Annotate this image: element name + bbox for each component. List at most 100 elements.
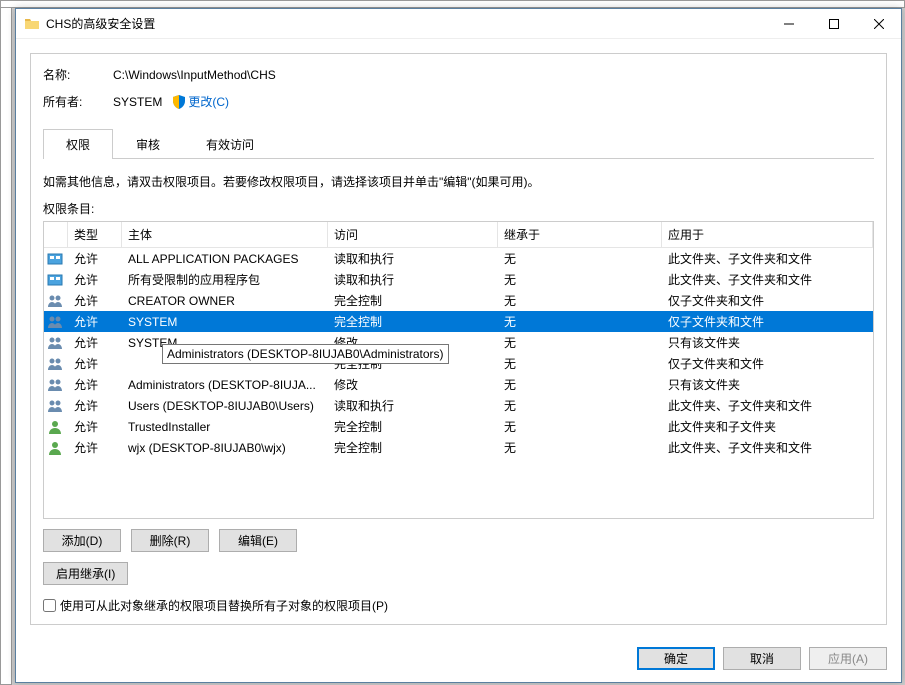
- row-icon: [44, 293, 68, 309]
- table-row[interactable]: 允许TrustedInstaller完全控制无此文件夹和子文件夹: [44, 416, 873, 437]
- tab-effective-access[interactable]: 有效访问: [183, 129, 277, 159]
- titlebar[interactable]: CHS的高级安全设置: [16, 9, 901, 39]
- permissions-table: 类型 主体 访问 继承于 应用于 允许ALL APPLICATION PACKA…: [43, 221, 874, 519]
- row-type: 允许: [68, 439, 122, 456]
- enable-inheritance-button[interactable]: 启用继承(I): [43, 562, 128, 585]
- row-icon: [44, 440, 68, 456]
- row-icon: [44, 356, 68, 372]
- add-button[interactable]: 添加(D): [43, 529, 121, 552]
- row-access: 读取和执行: [328, 271, 498, 288]
- table-row[interactable]: 允许wjx (DESKTOP-8IUJAB0\wjx)完全控制无此文件夹、子文件…: [44, 437, 873, 458]
- table-row[interactable]: 允许CREATOR OWNER完全控制无仅子文件夹和文件: [44, 290, 873, 311]
- row-access: 完全控制: [328, 292, 498, 309]
- replace-child-label: 使用可从此对象继承的权限项目替换所有子对象的权限项目(P): [60, 597, 388, 614]
- row-icon: [44, 251, 68, 267]
- window-title: CHS的高级安全设置: [46, 15, 766, 32]
- table-header: 类型 主体 访问 继承于 应用于: [44, 222, 873, 248]
- col-inherited[interactable]: 继承于: [498, 222, 662, 247]
- row-access: 完全控制: [328, 418, 498, 435]
- advanced-security-dialog: CHS的高级安全设置 名称: C:\Windows\InputMethod\CH…: [15, 8, 902, 683]
- row-principal: Users (DESKTOP-8IUJAB0\Users): [122, 399, 328, 413]
- row-inherited: 无: [498, 439, 662, 456]
- row-type: 允许: [68, 271, 122, 288]
- entries-label: 权限条目:: [43, 200, 874, 217]
- row-applies: 仅子文件夹和文件: [662, 292, 873, 309]
- dialog-content: 名称: C:\Windows\InputMethod\CHS 所有者: SYST…: [16, 39, 901, 637]
- row-principal: ALL APPLICATION PACKAGES: [122, 252, 328, 266]
- row-icon: [44, 335, 68, 351]
- row-inherited: 无: [498, 271, 662, 288]
- row-access: 读取和执行: [328, 397, 498, 414]
- row-access: 读取和执行: [328, 250, 498, 267]
- row-principal: TrustedInstaller: [122, 420, 328, 434]
- row-applies: 此文件夹、子文件夹和文件: [662, 397, 873, 414]
- table-row[interactable]: 允许Users (DESKTOP-8IUJAB0\Users)读取和执行无此文件…: [44, 395, 873, 416]
- col-access[interactable]: 访问: [328, 222, 498, 247]
- ok-button[interactable]: 确定: [637, 647, 715, 670]
- row-access: 完全控制: [328, 313, 498, 330]
- row-type: 允许: [68, 376, 122, 393]
- table-row[interactable]: 允许Administrators (DESKTOP-8IUJA...修改无只有该…: [44, 374, 873, 395]
- minimize-button[interactable]: [766, 9, 811, 39]
- row-inherited: 无: [498, 313, 662, 330]
- row-inherited: 无: [498, 292, 662, 309]
- row-type: 允许: [68, 355, 122, 372]
- tab-permissions[interactable]: 权限: [43, 129, 113, 159]
- tab-bar: 权限 审核 有效访问: [43, 128, 874, 159]
- table-row[interactable]: 允许SYSTEM完全控制无仅子文件夹和文件: [44, 311, 873, 332]
- close-button[interactable]: [856, 9, 901, 39]
- replace-child-input[interactable]: [43, 599, 56, 612]
- row-principal: SYSTEM: [122, 315, 328, 329]
- shield-icon: [162, 95, 188, 109]
- info-text: 如需其他信息，请双击权限项目。若要修改权限项目，请选择该项目并单击"编辑"(如果…: [43, 173, 874, 190]
- folder-icon: [24, 16, 40, 32]
- row-applies: 此文件夹、子文件夹和文件: [662, 250, 873, 267]
- name-value: C:\Windows\InputMethod\CHS: [113, 68, 276, 82]
- change-owner-link[interactable]: 更改(C): [188, 93, 229, 110]
- row-inherited: 无: [498, 250, 662, 267]
- replace-child-checkbox[interactable]: 使用可从此对象继承的权限项目替换所有子对象的权限项目(P): [43, 597, 874, 614]
- row-type: 允许: [68, 334, 122, 351]
- name-label: 名称:: [43, 66, 113, 83]
- row-icon: [44, 419, 68, 435]
- dialog-footer: 确定 取消 应用(A): [16, 637, 901, 682]
- row-access: 修改: [328, 376, 498, 393]
- row-inherited: 无: [498, 355, 662, 372]
- row-inherited: 无: [498, 334, 662, 351]
- apply-button: 应用(A): [809, 647, 887, 670]
- row-inherited: 无: [498, 397, 662, 414]
- row-principal: wjx (DESKTOP-8IUJAB0\wjx): [122, 441, 328, 455]
- row-type: 允许: [68, 418, 122, 435]
- row-icon: [44, 398, 68, 414]
- row-principal: 所有受限制的应用程序包: [122, 271, 328, 288]
- row-type: 允许: [68, 250, 122, 267]
- owner-value: SYSTEM: [113, 95, 162, 109]
- maximize-button[interactable]: [811, 9, 856, 39]
- edit-button[interactable]: 编辑(E): [219, 529, 297, 552]
- row-applies: 只有该文件夹: [662, 334, 873, 351]
- cancel-button[interactable]: 取消: [723, 647, 801, 670]
- row-access: 完全控制: [328, 439, 498, 456]
- row-inherited: 无: [498, 418, 662, 435]
- col-principal[interactable]: 主体: [122, 222, 328, 247]
- col-applies[interactable]: 应用于: [662, 222, 873, 247]
- row-applies: 只有该文件夹: [662, 376, 873, 393]
- row-principal: CREATOR OWNER: [122, 294, 328, 308]
- row-icon: [44, 377, 68, 393]
- table-body: 允许ALL APPLICATION PACKAGES读取和执行无此文件夹、子文件…: [44, 248, 873, 518]
- row-applies: 仅子文件夹和文件: [662, 355, 873, 372]
- col-type[interactable]: 类型: [68, 222, 122, 247]
- row-applies: 仅子文件夹和文件: [662, 313, 873, 330]
- owner-label: 所有者:: [43, 93, 113, 110]
- table-row[interactable]: 允许所有受限制的应用程序包读取和执行无此文件夹、子文件夹和文件: [44, 269, 873, 290]
- tooltip: Administrators (DESKTOP-8IUJAB0\Administ…: [162, 344, 449, 364]
- row-applies: 此文件夹、子文件夹和文件: [662, 271, 873, 288]
- tab-audit[interactable]: 审核: [113, 129, 183, 159]
- row-type: 允许: [68, 292, 122, 309]
- row-principal: Administrators (DESKTOP-8IUJA...: [122, 378, 328, 392]
- row-applies: 此文件夹、子文件夹和文件: [662, 439, 873, 456]
- remove-button[interactable]: 删除(R): [131, 529, 209, 552]
- row-inherited: 无: [498, 376, 662, 393]
- table-row[interactable]: 允许ALL APPLICATION PACKAGES读取和执行无此文件夹、子文件…: [44, 248, 873, 269]
- row-icon: [44, 314, 68, 330]
